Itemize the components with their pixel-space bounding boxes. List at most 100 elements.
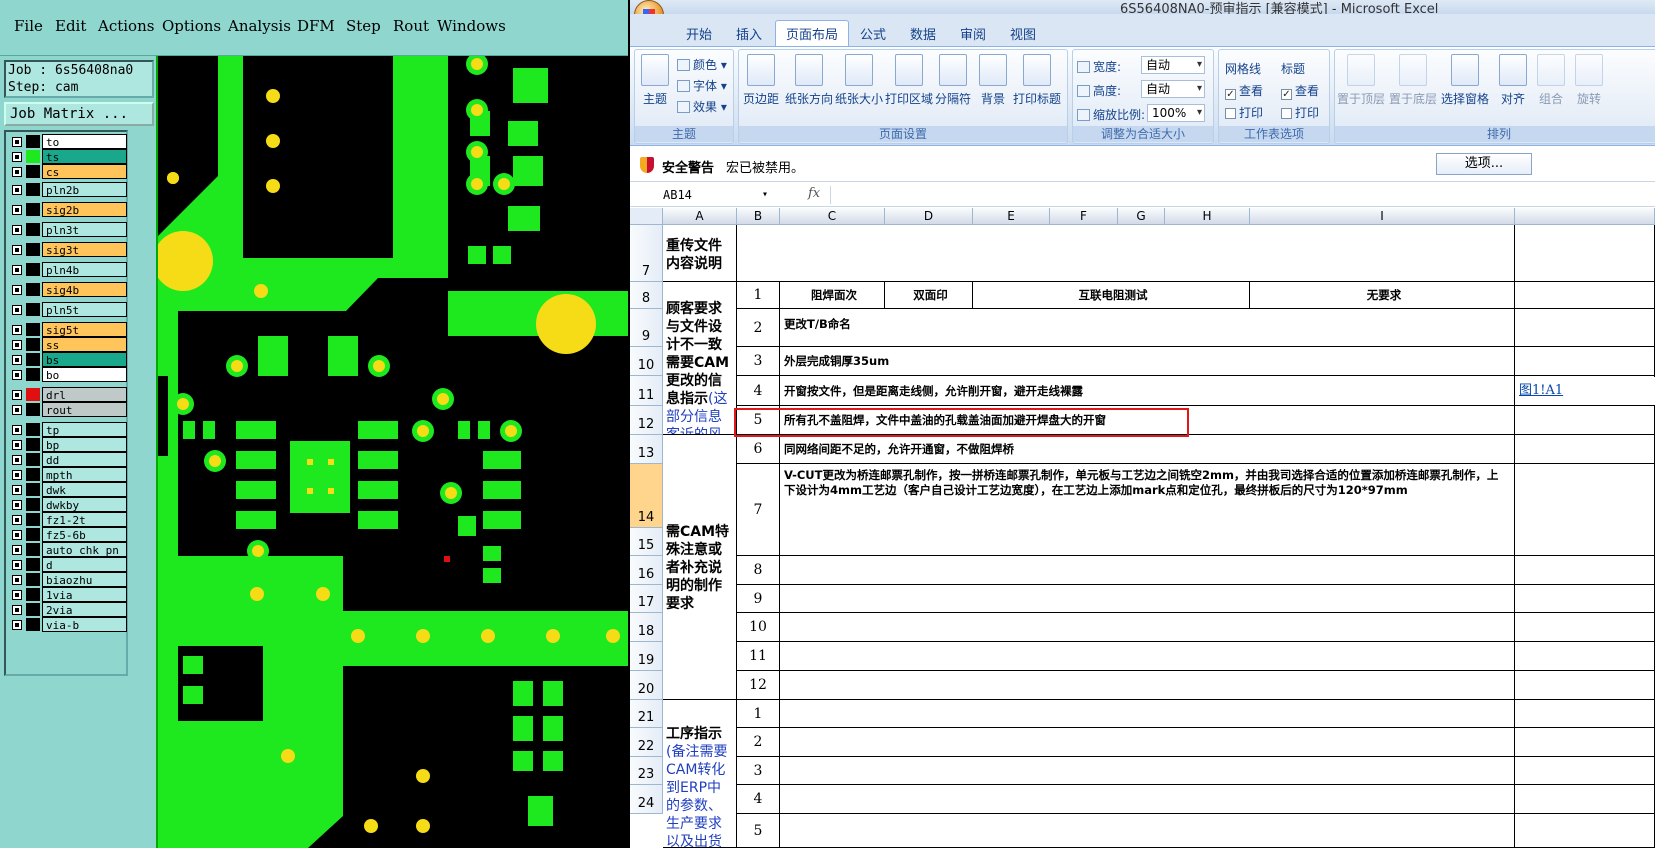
layer-checkbox[interactable]: [12, 137, 22, 147]
item-number[interactable]: 11: [737, 642, 780, 671]
layer-checkbox[interactable]: [12, 590, 22, 600]
layer-name[interactable]: bo: [42, 367, 127, 382]
worksheet-grid[interactable]: A B C D E F G H I 7 8 9 10 11 12 13 14 15 16 17 18 19 20 21 22 23…: [630, 208, 1655, 848]
menu-windows[interactable]: Windows: [437, 17, 506, 35]
gridlines-print-checkbox[interactable]: 打印: [1225, 104, 1263, 121]
layer-checkbox[interactable]: [12, 325, 22, 335]
layer-color-swatch[interactable]: [26, 573, 40, 586]
item-text[interactable]: [780, 613, 1515, 642]
section-customer-label[interactable]: 顾客要求与文件设计不一致需要CAM更改的信息指示(这部分信息客诉的风险最高): [663, 282, 737, 435]
layer-row[interactable]: pln3t: [9, 222, 127, 237]
cell[interactable]: [1515, 435, 1655, 464]
layer-name[interactable]: ts: [42, 149, 127, 164]
menu-file[interactable]: File: [14, 17, 43, 35]
layer-name[interactable]: 2via: [42, 602, 127, 617]
layer-color-swatch[interactable]: [26, 603, 40, 616]
layer-color-swatch[interactable]: [26, 263, 40, 276]
row-header[interactable]: 17: [630, 585, 663, 613]
layer-row[interactable]: fz1-2t: [9, 512, 127, 527]
layer-color-swatch[interactable]: [26, 543, 40, 556]
row-header[interactable]: 18: [630, 613, 663, 642]
item-text[interactable]: [780, 585, 1515, 613]
layer-checkbox[interactable]: [12, 515, 22, 525]
scale-input[interactable]: 100%: [1147, 104, 1205, 122]
row-header[interactable]: 11: [630, 376, 663, 406]
layer-color-swatch[interactable]: [26, 528, 40, 541]
bring-to-front-button[interactable]: 置于顶层: [1337, 54, 1385, 107]
row-header[interactable]: 7: [630, 225, 663, 282]
job-matrix-button[interactable]: Job Matrix ...: [4, 102, 154, 126]
layer-checkbox[interactable]: [12, 575, 22, 585]
column-header[interactable]: B: [737, 208, 780, 225]
cell[interactable]: [1515, 556, 1655, 585]
layer-row[interactable]: mpth: [9, 467, 127, 482]
layer-name[interactable]: 1via: [42, 587, 127, 602]
process-item-number[interactable]: 2: [737, 728, 780, 757]
layer-color-swatch[interactable]: [26, 283, 40, 296]
cell[interactable]: [1515, 671, 1655, 700]
upload-content-cell[interactable]: [737, 225, 1515, 282]
tab-insert[interactable]: 插入: [736, 24, 762, 43]
process-item-text[interactable]: [780, 700, 1515, 728]
layer-row[interactable]: dd: [9, 452, 127, 467]
row-header[interactable]: 20: [630, 671, 663, 700]
effects-button[interactable]: 效果 ▾: [677, 98, 727, 115]
layer-color-swatch[interactable]: [26, 618, 40, 631]
layer-checkbox[interactable]: [12, 167, 22, 177]
item-text[interactable]: 外层完成铜厚35um: [780, 347, 1515, 376]
select-all-corner[interactable]: [630, 208, 663, 225]
layer-checkbox[interactable]: [12, 340, 22, 350]
layer-name[interactable]: drl: [42, 387, 127, 402]
no-requirement-value[interactable]: 无要求: [1250, 282, 1515, 309]
layer-checkbox[interactable]: [12, 265, 22, 275]
item-number[interactable]: 9: [737, 585, 780, 613]
layer-checkbox[interactable]: [12, 225, 22, 235]
layer-name[interactable]: via-b: [42, 617, 127, 632]
layer-checkbox[interactable]: [12, 500, 22, 510]
align-button[interactable]: 对齐: [1499, 54, 1527, 107]
item-number[interactable]: 12: [737, 671, 780, 700]
layer-row[interactable]: drl: [9, 387, 127, 402]
layer-row[interactable]: 2via: [9, 602, 127, 617]
hyperlink-cell[interactable]: 图1!A1: [1516, 377, 1655, 405]
layer-row[interactable]: tp: [9, 422, 127, 437]
cell[interactable]: [1515, 613, 1655, 642]
process-item-number[interactable]: 3: [737, 757, 780, 785]
cell[interactable]: [1515, 225, 1655, 282]
cell[interactable]: [1515, 347, 1655, 376]
item-number[interactable]: 2: [737, 309, 780, 347]
item-number[interactable]: 6: [737, 435, 780, 464]
layer-row[interactable]: 1via: [9, 587, 127, 602]
layer-row[interactable]: bo: [9, 367, 127, 382]
layer-row[interactable]: via-b: [9, 617, 127, 632]
layer-name[interactable]: fz5-6b: [42, 527, 127, 542]
layer-color-swatch[interactable]: [26, 403, 40, 416]
menu-step[interactable]: Step: [346, 17, 381, 35]
layer-name[interactable]: mpth: [42, 467, 127, 482]
layer-row[interactable]: pln4b: [9, 262, 127, 277]
layer-checkbox[interactable]: [12, 470, 22, 480]
layer-name[interactable]: dwkby: [42, 497, 127, 512]
layer-color-swatch[interactable]: [26, 588, 40, 601]
margins-button[interactable]: 页边距: [743, 54, 779, 107]
size-button[interactable]: 纸张大小: [835, 54, 883, 107]
row-header[interactable]: 8: [630, 282, 663, 309]
menu-analysis[interactable]: Analysis: [228, 17, 291, 35]
selection-pane-button[interactable]: 选择窗格: [1441, 54, 1489, 107]
layer-row[interactable]: sig3t: [9, 242, 127, 257]
send-to-back-button[interactable]: 置于底层: [1389, 54, 1437, 107]
layer-name[interactable]: dd: [42, 452, 127, 467]
process-item-text[interactable]: [780, 728, 1515, 757]
layer-color-swatch[interactable]: [26, 438, 40, 451]
row-header[interactable]: 21: [630, 700, 663, 728]
security-options-button[interactable]: 选项...: [1436, 153, 1532, 175]
layer-row[interactable]: bs: [9, 352, 127, 367]
layer-name[interactable]: biaozhu: [42, 572, 127, 587]
layer-color-swatch[interactable]: [26, 323, 40, 336]
layer-checkbox[interactable]: [12, 440, 22, 450]
orientation-button[interactable]: 纸张方向: [785, 54, 833, 107]
layer-color-swatch[interactable]: [26, 150, 40, 163]
group-button[interactable]: 组合: [1537, 54, 1565, 107]
cell[interactable]: [1515, 282, 1655, 309]
layer-color-swatch[interactable]: [26, 368, 40, 381]
